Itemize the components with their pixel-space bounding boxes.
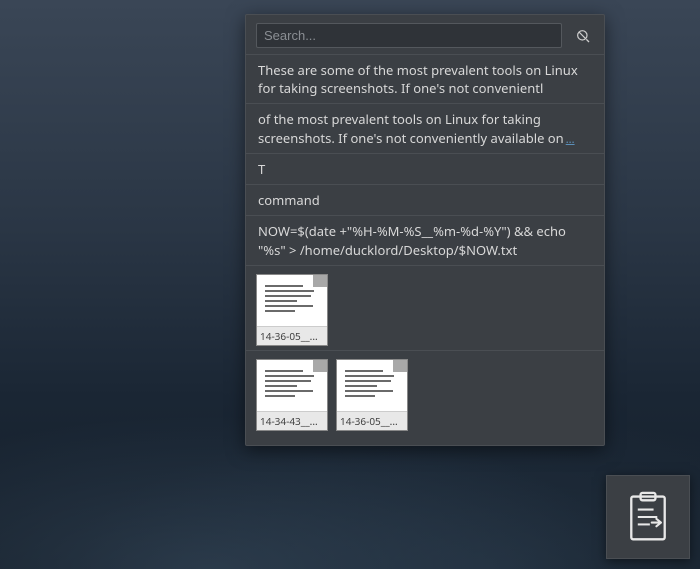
file-group: 14-36-05__... <box>246 265 604 350</box>
clip-entry[interactable]: NOW=$(date +"%H-%M-%S__%m-%d-%Y") && ech… <box>246 215 604 264</box>
file-thumb[interactable]: 14-36-05__... <box>256 274 328 346</box>
clip-text: These are some of the most prevalent too… <box>258 61 578 97</box>
expand-link[interactable]: ... <box>566 132 575 147</box>
clip-text: command <box>258 191 320 209</box>
clip-entry[interactable]: T <box>246 153 604 184</box>
clear-icon <box>575 28 591 44</box>
clip-entry[interactable]: command <box>246 184 604 215</box>
page-fold-icon <box>313 360 327 372</box>
clip-text: T <box>258 160 265 178</box>
page-fold-icon <box>313 275 327 287</box>
clip-text: of the most prevalent tools on Linux for… <box>258 110 564 146</box>
file-caption: 14-34-43__... <box>257 411 327 430</box>
file-thumb[interactable]: 14-34-43__... <box>256 359 328 431</box>
clear-history-button[interactable] <box>572 25 594 47</box>
file-caption: 14-36-05__... <box>257 326 327 345</box>
clip-entry[interactable]: These are some of the most prevalent too… <box>246 54 604 103</box>
search-input[interactable] <box>256 23 562 48</box>
clip-text: NOW=$(date +"%H-%M-%S__%m-%d-%Y") && ech… <box>258 222 566 258</box>
file-thumb[interactable]: 14-36-05__... <box>336 359 408 431</box>
clipboard-popup: These are some of the most prevalent too… <box>245 14 605 446</box>
clipboard-tray-button[interactable] <box>606 475 690 559</box>
search-row <box>246 15 604 54</box>
page-fold-icon <box>393 360 407 372</box>
file-caption: 14-36-05__... <box>337 411 407 430</box>
file-group: 14-34-43__... 14-36-05__... <box>246 350 604 435</box>
clip-entry[interactable]: of the most prevalent tools on Linux for… <box>246 103 604 153</box>
clipboard-icon <box>625 491 671 543</box>
